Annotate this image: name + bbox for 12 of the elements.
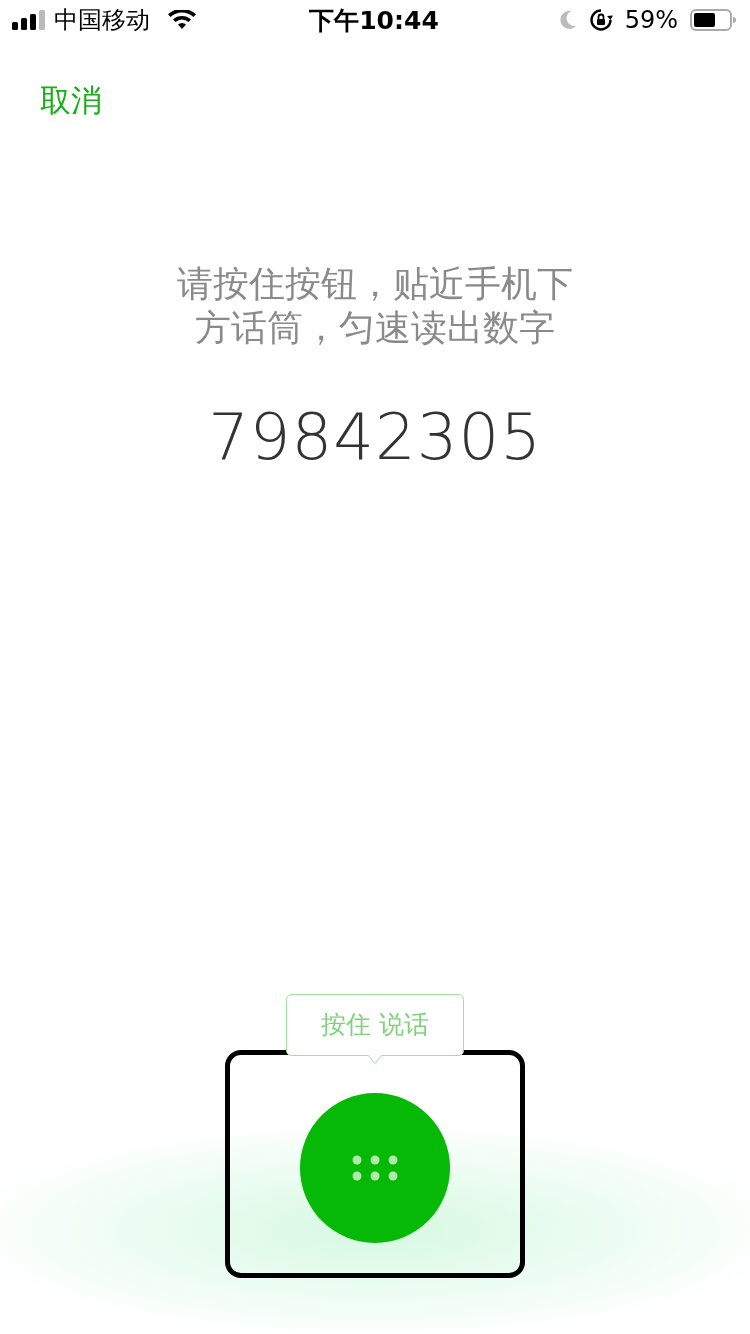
signal-icon: [12, 10, 46, 30]
rotation-lock-icon: [588, 8, 613, 32]
digit-code: 79842305: [208, 400, 542, 474]
battery-icon: [690, 9, 736, 31]
carrier-name: 中国移动: [54, 5, 150, 36]
cancel-button[interactable]: 取消: [40, 80, 102, 122]
wifi-icon: [168, 10, 196, 30]
moon-icon: [558, 10, 577, 30]
dots-icon: [352, 1155, 398, 1181]
status-time: 下午10:44: [309, 4, 439, 37]
battery-percent: 59%: [624, 6, 678, 34]
instruction-text: 请按住按钮，贴近手机下方话筒，匀速读出数字: [176, 262, 574, 350]
